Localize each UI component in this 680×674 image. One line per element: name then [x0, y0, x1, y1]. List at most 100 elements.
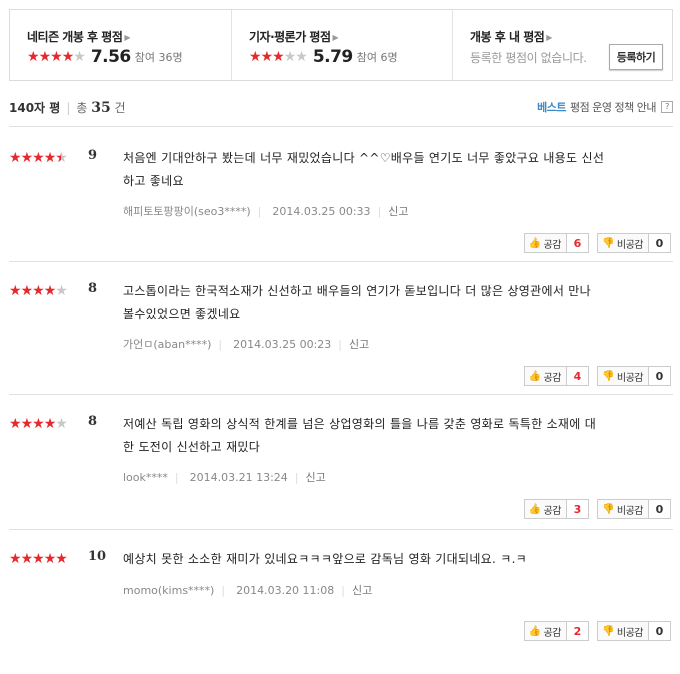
like-button[interactable]: 👍 공감 [523, 499, 567, 519]
review-item: ★ ★ ★ ★ ★ 8 저예산 독립 영화의 상식적 한계를 넘은 상업영화의 틀을 나름 … [9, 409, 673, 539]
critic-rating: 기자·평론가 평점 ▶ ★ ★ ★ ★ ★ 5.79 참여 6명 [232, 10, 453, 80]
report-link[interactable]: 신고 [388, 203, 408, 219]
report-link[interactable]: 신고 [306, 469, 326, 485]
review-author[interactable]: 가언ㅁ(aban****) [123, 336, 211, 352]
star-icon: ★ [43, 551, 57, 567]
netizen-rating-title[interactable]: 네티즌 개봉 후 평점 ▶ [27, 28, 130, 45]
vote-controls: 👍 공감 6 👎 비공감 0 [523, 233, 671, 253]
review-score: 8 [88, 281, 98, 296]
like-button[interactable]: 👍 공감 [523, 233, 567, 253]
review-text-line: 예상치 못한 소소한 재미가 있네요ㅋㅋㅋ앞으로 감독님 영화 기대되네요. ㅋ… [123, 552, 528, 566]
report-link[interactable]: 신고 [352, 582, 372, 598]
star-icon: ★ [61, 49, 75, 65]
vote-controls: 👍 공감 2 👎 비공감 0 [523, 621, 671, 641]
critic-participants: 참여 6명 [356, 51, 398, 64]
review-meta: 가언ㅁ(aban****) | 2014.03.25 00:23 | 신고 [123, 336, 369, 352]
star-rating: ★ ★ ★ ★ ★ [27, 49, 86, 65]
star-icon: ★ [260, 49, 274, 65]
total-prefix: 총 [76, 101, 88, 115]
review-item: ★ ★ ★ ★ ★ 8 고스톱이라는 한국적소재가 신선하고 배우들의 연기가 돋보입니다 … [9, 276, 673, 406]
star-icon: ★ [32, 551, 45, 567]
review-date: 2014.03.25 00:23 [233, 337, 332, 351]
netizen-rating: 네티즌 개봉 후 평점 ▶ ★ ★ ★ ★ ★ 7.56 참여 36명 [10, 10, 232, 80]
star-icon: ★ [50, 49, 63, 65]
star-rating: ★ ★ ★ ★ ★ [9, 416, 68, 432]
vote-controls: 👍 공감 3 👎 비공감 0 [523, 499, 671, 519]
report-link[interactable]: 신고 [349, 336, 369, 352]
divider: | [66, 101, 71, 115]
divider [9, 261, 673, 262]
vote-controls: 👍 공감 4 👎 비공감 0 [523, 366, 671, 386]
star-rating: ★ ★ ★ ★ ★ [9, 150, 68, 166]
review-author[interactable]: look**** [123, 471, 168, 484]
review-text: 예상치 못한 소소한 재미가 있네요ㅋㅋㅋ앞으로 감독님 영화 기대되네요. ㅋ… [123, 548, 663, 571]
review-meta: 해피토토팡팡이(seo3****) | 2014.03.25 00:33 | 신고 [123, 203, 409, 219]
netizen-score: 7.56 [90, 47, 131, 67]
star-icon: ★ [20, 416, 34, 432]
review-score: 9 [88, 148, 98, 163]
star-icon: ★ [9, 150, 22, 166]
star-icon: ★ [43, 283, 57, 299]
thumbs-down-icon: 👎 [601, 625, 614, 637]
help-icon[interactable]: ? [661, 101, 673, 113]
thumbs-down-icon: 👎 [601, 370, 614, 382]
star-icon: ★ [55, 150, 68, 166]
chevron-right-icon: ▶ [546, 33, 552, 42]
star-icon: ★ [43, 416, 57, 432]
star-icon: ★ [295, 49, 308, 65]
thumbs-down-icon: 👎 [601, 503, 614, 515]
dislike-button[interactable]: 👎 비공감 [596, 499, 649, 519]
dislike-button[interactable]: 👎 비공감 [596, 233, 649, 253]
review-text-line: 처음엔 기대안하구 봤는데 너무 재밌었습니다 ^^♡배우들 연기도 너무 좋았… [123, 151, 605, 165]
dislike-count: 0 [649, 621, 671, 641]
policy-text[interactable]: 평점 운영 정책 안내 [570, 99, 656, 115]
like-count: 4 [566, 366, 589, 386]
star-rating: ★ ★ ★ ★ ★ [249, 49, 308, 65]
dislike-button[interactable]: 👎 비공감 [596, 621, 649, 641]
review-author[interactable]: 해피토토팡팡이(seo3****) [123, 203, 251, 219]
review-text-line: 한 도전이 신선하고 재밌다 [123, 440, 261, 454]
divider: | [341, 583, 345, 597]
like-button[interactable]: 👍 공감 [523, 366, 567, 386]
divider [9, 126, 673, 127]
divider [9, 529, 673, 530]
review-score: 8 [88, 414, 98, 429]
review-meta: momo(kims****) | 2014.03.20 11:08 | 신고 [123, 582, 372, 598]
rating-summary-box: 네티즌 개봉 후 평점 ▶ ★ ★ ★ ★ ★ 7.56 참여 36명 기자·평론가 평점… [9, 9, 673, 81]
star-icon: ★ [43, 150, 57, 166]
critic-rating-title[interactable]: 기자·평론가 평점 ▶ [249, 28, 339, 45]
review-text-line: 고스톱이라는 한국적소재가 신선하고 배우들의 연기가 돋보입니다 더 많은 상… [123, 284, 591, 298]
review-date: 2014.03.20 11:08 [236, 583, 335, 597]
star-icon: ★ [32, 416, 45, 432]
star-rating: ★ ★ ★ ★ ★ [9, 283, 68, 299]
policy-link[interactable]: 베스트 평점 운영 정책 안내 ? [537, 99, 673, 115]
star-icon: ★ [55, 416, 68, 432]
star-icon: ★ [283, 49, 297, 65]
star-icon: ★ [27, 49, 40, 65]
star-icon: ★ [55, 283, 68, 299]
star-icon: ★ [55, 551, 68, 567]
my-rating-description: 등록한 평점이 없습니다. [470, 51, 587, 65]
like-button[interactable]: 👍 공감 [523, 621, 567, 641]
divider: | [257, 204, 262, 218]
dislike-button[interactable]: 👎 비공감 [596, 366, 649, 386]
best-label[interactable]: 베스트 [537, 99, 566, 115]
dislike-count: 0 [649, 499, 671, 519]
dislike-count: 0 [649, 366, 671, 386]
star-rating: ★ ★ ★ ★ ★ [9, 551, 68, 567]
star-icon: ★ [272, 49, 285, 65]
register-rating-button[interactable]: 등록하기 [609, 44, 663, 70]
review-text: 저예산 독립 영화의 상식적 한계를 넘은 상업영화의 틀을 나름 갖춘 영화로… [123, 413, 663, 459]
review-date: 2014.03.25 00:33 [272, 204, 371, 218]
total-count: 35 [91, 100, 111, 116]
my-rating-title[interactable]: 개봉 후 내 평점 ▶ [470, 28, 552, 45]
review-text-line: 볼수있었으면 좋겠네요 [123, 307, 241, 321]
review-text-line: 저예산 독립 영화의 상식적 한계를 넘은 상업영화의 틀을 나름 갖춘 영화로… [123, 417, 597, 431]
review-author[interactable]: momo(kims****) [123, 584, 214, 597]
critic-score: 5.79 [312, 47, 353, 67]
thumbs-up-icon: 👍 [528, 503, 541, 515]
divider: | [221, 583, 226, 597]
review-item: ★ ★ ★ ★ ★ 10 예상치 못한 소소한 재미가 있네요ㅋㅋㅋ앞으로 감독님 영화 기… [9, 544, 673, 674]
star-icon: ★ [20, 283, 34, 299]
my-rating: 개봉 후 내 평점 ▶ 등록한 평점이 없습니다. 등록하기 [453, 10, 674, 80]
